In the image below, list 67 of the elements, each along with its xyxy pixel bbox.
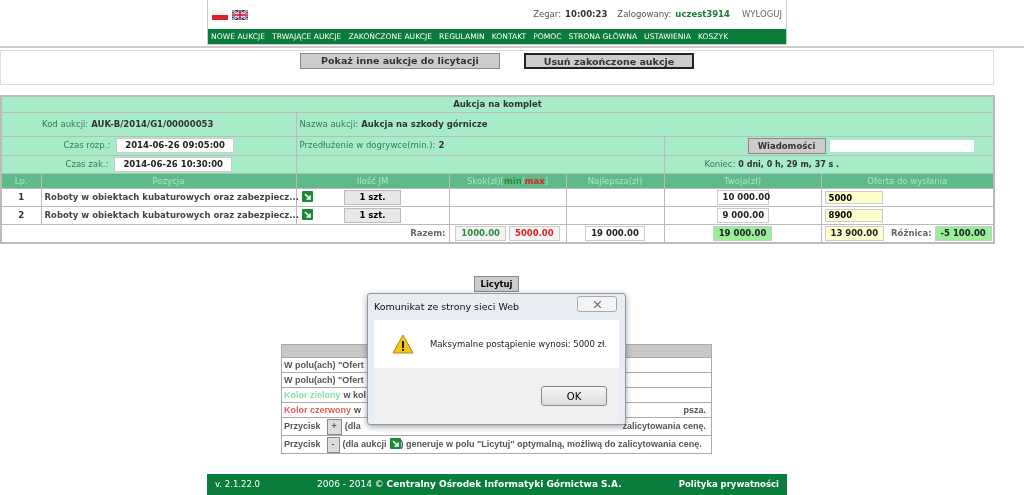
version-text: v. 2.1.22.0: [215, 478, 260, 491]
column-header: Lp.: [14, 175, 28, 186]
your-total: 19 000.00: [712, 225, 773, 241]
column-header: Twoja(zł): [724, 175, 761, 186]
extension-label: Przedłużenie w dogrywce(min.):: [299, 140, 436, 151]
dialog-title: Komunikat ze strony sieci Web: [374, 301, 520, 312]
dialog-message: Maksymalne postąpienie wynosi: 5000 zł.: [430, 337, 608, 351]
auction-name-label: Nazwa aukcji:: [299, 118, 359, 129]
legend-text: w kol: [343, 389, 367, 400]
difference-label: Różnica:: [891, 227, 932, 238]
extension-value: 2: [438, 140, 445, 151]
legend-text: W polu(ach) "Ofert: [284, 359, 364, 370]
action-button[interactable]: Usuń zakończone aukcje: [524, 53, 694, 69]
column-header: Skok(zł)[min/max]: [466, 175, 549, 186]
position-name: Roboty w obiektach kubaturowych oraz zabezpiecz...: [44, 192, 299, 203]
legend-text: W polu(ach) "Ofert: [284, 374, 364, 385]
position-name: Roboty w obiektach kubaturowych oraz zabezpiecz...: [44, 210, 299, 220]
legend-text: zalicytowania cenę.: [622, 421, 706, 431]
start-label: Czas rozp.:: [63, 140, 111, 151]
action-button[interactable]: Pokaż inne aukcje do licytacji: [300, 53, 500, 69]
column-header: Najlepsza(zł): [587, 175, 643, 186]
auction-title: Aukcja na komplet: [453, 99, 542, 109]
privacy-link[interactable]: Polityka prywatności: [678, 478, 779, 491]
ok-button[interactable]: OK: [541, 386, 607, 407]
row-number: 2: [18, 210, 25, 220]
quantity-button[interactable]: 1 szt.: [344, 190, 401, 205]
legend-text: Przycisk: [284, 421, 321, 431]
best-total: 19 000.00: [585, 225, 645, 241]
column-header: Pozycja: [152, 175, 185, 186]
bid-button[interactable]: Licytuj: [473, 275, 520, 293]
total-label: Razem:: [410, 227, 446, 238]
your-price: 10 000.00: [716, 190, 769, 205]
end-time: 2014-06-26 10:30:00: [114, 156, 232, 172]
legend-text: psza.: [683, 404, 706, 415]
min-step: 1000.00: [455, 225, 506, 241]
legend-text: (dla: [344, 421, 361, 431]
end-label: Czas zak.:: [65, 158, 109, 169]
max-step: 5000.00: [509, 225, 560, 241]
legend-text: Przycisk: [284, 439, 321, 449]
difference-value: -5 100.00: [934, 225, 992, 241]
start-time: 2014-06-26 09:05:00: [116, 138, 234, 154]
clock-time: 10:00:23: [565, 8, 608, 21]
clock-label: Zegar:: [533, 8, 562, 21]
legend-text: (dla aukcji: [342, 439, 387, 449]
user-label: Zalogowany:: [617, 8, 672, 21]
copyright-text: 2006 - 2014 © Centralny Ośrodek Informatyki Górnictwa S.A.: [317, 477, 622, 491]
your-price: 9 000.00: [716, 208, 769, 223]
countdown: 0 dni, 0 h, 29 m, 37 s .: [738, 159, 840, 169]
username: uczest3914: [675, 8, 730, 21]
quantity-button[interactable]: 1 szt.: [344, 208, 401, 223]
legend-key: -: [326, 437, 340, 453]
legend-text: Kolor zielony: [284, 389, 341, 400]
messages-button[interactable]: Wiadomości: [747, 137, 826, 154]
legend-key: +: [326, 419, 342, 435]
row-number: 1: [18, 192, 25, 203]
auction-name: Aukcja na szkody górnicze: [361, 118, 488, 129]
legend-text: Kolor czerwony: [284, 404, 351, 415]
logout-link[interactable]: WYLOGUJ: [741, 8, 782, 21]
column-header: Ilość JM: [356, 175, 389, 186]
legend-text: ) generuje w polu "Licytuj" optymalną, możliwą do zalicytowania cenę.: [400, 439, 702, 449]
legend-text: w: [354, 404, 362, 415]
offer-field[interactable]: 8900: [824, 208, 883, 222]
countdown-label: Koniec:: [704, 158, 736, 169]
auction-code: Kod aukcji: AUK-B/2014/G1/00000053: [42, 118, 214, 129]
offer-field[interactable]: 5000: [824, 191, 883, 204]
offer-total: 13 900.00: [824, 225, 885, 241]
column-header: Oferta do wysłania: [867, 175, 948, 186]
